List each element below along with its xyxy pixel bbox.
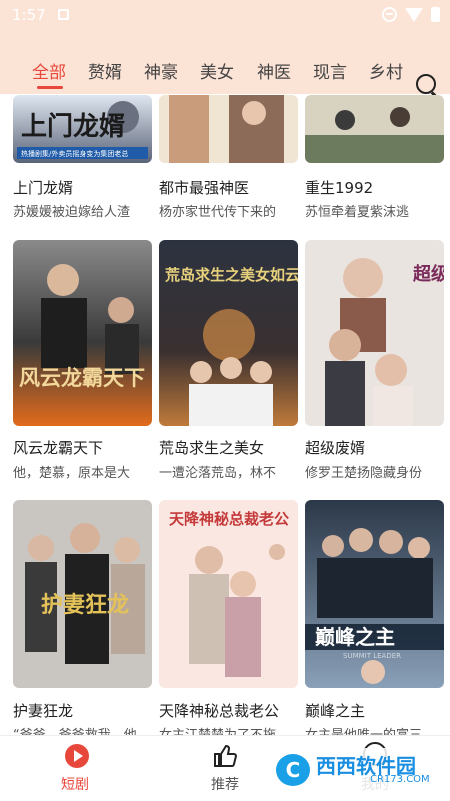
cover-title: 荒岛求生之美女如云 <box>165 266 298 284</box>
drama-cover[interactable] <box>159 95 298 163</box>
drama-card[interactable]: 都市最强神医 杨亦家世代传下来的 <box>159 0 299 240</box>
drama-cover[interactable]: 天降神秘总裁老公 <box>159 500 298 688</box>
drama-title: 风云龙霸天下 <box>13 439 104 457</box>
watermark-url: CR173.COM <box>370 774 430 785</box>
tab-recommend[interactable]: 推荐 <box>165 736 285 801</box>
drama-card[interactable]: 荒岛求生之美女如云 荒岛求生之美女 一遭沦落荒岛，林不 <box>159 240 299 481</box>
tab-label: 推荐 <box>211 777 239 793</box>
drama-cover[interactable]: 上门龙婿 热播剧集/外卖员摇身变为集团老总 <box>13 95 152 163</box>
cover-title: 超级废婿 <box>413 263 444 285</box>
cover-title: 护妻狂龙 <box>41 592 129 618</box>
drama-card[interactable]: 上门龙婿 热播剧集/外卖员摇身变为集团老总 上门龙婿 苏媛媛被迫嫁给人渣 <box>13 0 153 240</box>
play-circle-icon <box>65 744 89 768</box>
drama-card[interactable]: 巅峰之主 SUMMIT LEADER 巅峰之主 女主是他唯一的富三 <box>305 500 445 743</box>
drama-title: 都市最强神医 <box>159 179 250 197</box>
thumbs-up-icon <box>214 744 237 767</box>
drama-desc: 苏媛媛被迫嫁给人渣 <box>13 205 131 220</box>
cover-image: 风云龙霸天下 <box>13 240 152 426</box>
drama-title: 护妻狂龙 <box>13 702 74 720</box>
drama-cover[interactable] <box>305 95 444 163</box>
cover-image: 超级废婿 <box>305 240 444 426</box>
drama-card[interactable]: 重生1992 苏恒牵着夏紫沫逃 <box>305 0 445 240</box>
drama-title: 超级废婿 <box>305 439 366 457</box>
cover-image: 荒岛求生之美女如云 <box>159 240 298 426</box>
drama-cover[interactable]: 护妻狂龙 <box>13 500 152 688</box>
cover-title: 巅峰之主 <box>315 625 395 649</box>
drama-cover[interactable]: 荒岛求生之美女如云 <box>159 240 298 426</box>
drama-title: 巅峰之主 <box>305 702 366 720</box>
drama-card[interactable]: 天降神秘总裁老公 天降神秘总裁老公 女主江楚楚为了不拖 <box>159 500 299 743</box>
cover-image <box>159 95 298 163</box>
cover-image: 天降神秘总裁老公 <box>159 500 298 688</box>
drama-card[interactable]: 护妻狂龙 护妻狂龙 “爸爸，爸爸救我，他 <box>13 500 153 743</box>
drama-card[interactable]: 超级废婿 超级废婿 修罗王楚扬隐藏身份 <box>305 240 445 481</box>
tab-label: 短剧 <box>61 777 89 793</box>
drama-title: 上门龙婿 <box>13 179 74 197</box>
drama-desc: 修罗王楚扬隐藏身份 <box>305 466 423 481</box>
drama-title: 天降神秘总裁老公 <box>159 702 280 720</box>
cover-title: 风云龙霸天下 <box>19 365 145 390</box>
cover-title: 天降神秘总裁老公 <box>169 510 289 528</box>
cover-subtitle: SUMMIT LEADER <box>343 652 401 660</box>
cover-image: 巅峰之主 SUMMIT LEADER <box>305 500 444 688</box>
cover-subtitle: 热播剧集/外卖员摇身变为集团老总 <box>21 149 128 158</box>
cover-image <box>305 95 444 163</box>
watermark-logo: C <box>276 754 310 786</box>
cover-image: 上门龙婿 热播剧集/外卖员摇身变为集团老总 <box>13 95 152 163</box>
drama-cover[interactable]: 超级废婿 <box>305 240 444 426</box>
watermark: C 西西软件园 CR173.COM <box>272 748 440 792</box>
drama-title: 荒岛求生之美女 <box>159 439 265 457</box>
drama-desc: 一遭沦落荒岛，林不 <box>159 466 277 481</box>
drama-desc: 他，楚慕，原本是大 <box>13 466 131 481</box>
drama-cover[interactable]: 巅峰之主 SUMMIT LEADER <box>305 500 444 688</box>
drama-desc: 杨亦家世代传下来的 <box>159 205 277 220</box>
tab-short-drama[interactable]: 短剧 <box>15 736 135 801</box>
cover-title: 上门龙婿 <box>21 112 125 142</box>
drama-card[interactable]: 风云龙霸天下 风云龙霸天下 他，楚慕，原本是大 <box>13 240 153 481</box>
drama-desc: 苏恒牵着夏紫沫逃 <box>305 205 410 220</box>
cover-image: 护妻狂龙 <box>13 500 152 688</box>
drama-cover[interactable]: 风云龙霸天下 <box>13 240 152 426</box>
drama-title: 重生1992 <box>305 179 374 197</box>
